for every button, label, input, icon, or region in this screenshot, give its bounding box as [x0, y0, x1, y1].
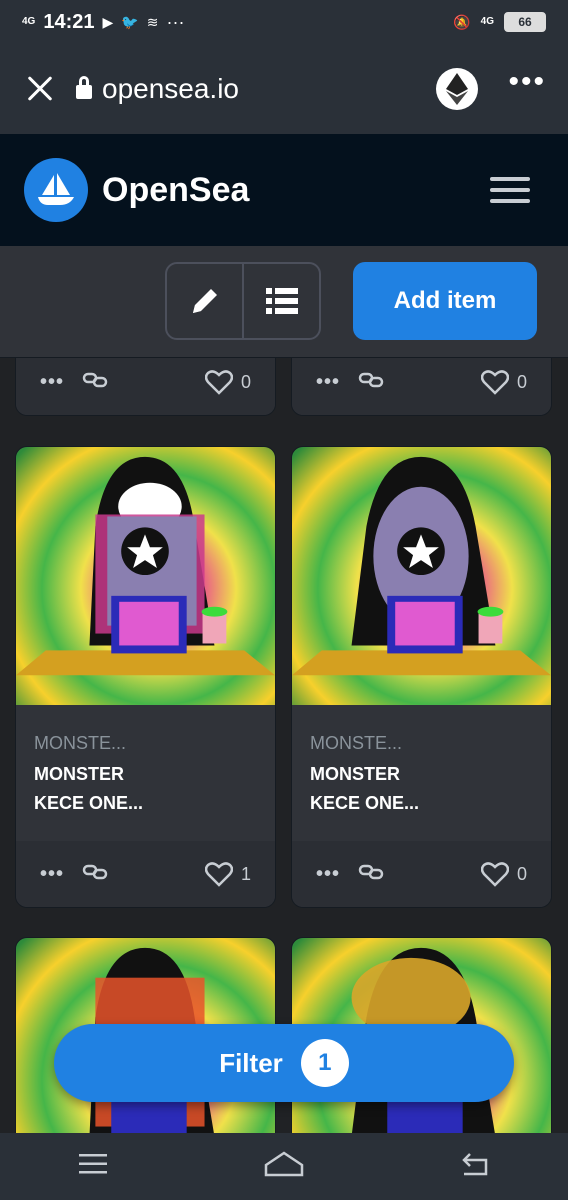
close-icon[interactable] — [22, 71, 58, 107]
heart-icon — [480, 370, 509, 395]
link-icon[interactable] — [358, 862, 384, 887]
signal-icon: 4G — [22, 16, 36, 27]
more-options-icon[interactable]: ••• — [40, 371, 64, 394]
browser-bar: opensea.io ••• — [0, 44, 568, 134]
browser-menu-icon[interactable]: ••• — [508, 67, 546, 101]
url-text[interactable]: opensea.io — [102, 73, 239, 105]
nft-card[interactable]: MONSTE... MONSTER KECE ONE... ••• 0 — [291, 446, 552, 908]
more-options-icon[interactable]: ••• — [316, 863, 340, 886]
card-info: MONSTE... MONSTER KECE ONE... — [16, 707, 275, 841]
favorite-count[interactable]: 0 — [480, 369, 527, 395]
brand-name[interactable]: OpenSea — [102, 171, 249, 210]
item-title-line2[interactable]: KECE ONE... — [310, 789, 533, 818]
twitter-icon: 🐦 — [121, 13, 139, 30]
site-header: OpenSea — [0, 134, 568, 246]
card-footer: ••• 0 — [16, 358, 275, 415]
mute-icon: 🔕 — [453, 13, 471, 30]
menu-icon[interactable] — [490, 177, 530, 203]
filter-count-badge: 1 — [300, 1039, 349, 1087]
nft-grid: ••• 0 ••• 0 MONSTE... MONSTER KECE ONE..… — [0, 358, 568, 1133]
item-title-line1[interactable]: MONSTER — [34, 760, 257, 789]
opensea-logo-icon[interactable] — [24, 158, 88, 222]
ethereum-icon[interactable] — [436, 68, 479, 110]
more-notifications: ··· — [166, 11, 185, 32]
collection-name[interactable]: MONSTE... — [34, 733, 257, 754]
edit-icon[interactable] — [167, 264, 242, 338]
card-footer: ••• 1 — [16, 841, 275, 907]
status-bar: 4G 14:21 ▶ 🐦 ≋ ··· 🔕 4G 66 — [0, 0, 568, 44]
clock: 14:21 — [43, 10, 95, 33]
network-icon: 4G — [480, 16, 494, 27]
item-title-line2[interactable]: KECE ONE... — [34, 789, 257, 818]
link-icon[interactable] — [358, 370, 384, 395]
nft-card[interactable]: ••• 0 — [15, 358, 276, 416]
collection-name[interactable]: MONSTE... — [310, 733, 533, 754]
youtube-icon: ▶ — [102, 13, 114, 30]
list-view-icon[interactable] — [242, 264, 319, 338]
filter-label: Filter — [219, 1047, 283, 1078]
item-title-line1[interactable]: MONSTER — [310, 760, 533, 789]
more-options-icon[interactable]: ••• — [40, 863, 64, 886]
card-info: MONSTE... MONSTER KECE ONE... — [292, 707, 551, 841]
nft-image[interactable] — [16, 447, 275, 707]
favorite-count[interactable]: 0 — [480, 861, 527, 887]
favorite-count[interactable]: 1 — [204, 861, 251, 887]
heart-icon — [480, 862, 509, 887]
more-options-icon[interactable]: ••• — [316, 371, 340, 394]
link-icon[interactable] — [82, 862, 108, 887]
card-footer: ••• 0 — [292, 358, 551, 415]
add-item-button[interactable]: Add item — [353, 262, 537, 340]
filter-button[interactable]: Filter 1 — [54, 1024, 514, 1102]
back-icon[interactable] — [460, 1152, 490, 1181]
card-footer: ••• 0 — [292, 841, 551, 907]
toolbar: Add item — [0, 246, 568, 358]
heart-icon — [204, 862, 233, 887]
recent-apps-icon[interactable] — [78, 1153, 108, 1180]
nft-card[interactable]: MONSTE... MONSTER KECE ONE... ••• 1 — [15, 446, 276, 908]
heart-icon — [204, 370, 233, 395]
nft-card[interactable]: ••• 0 — [291, 358, 552, 416]
nft-image[interactable] — [292, 447, 551, 707]
home-icon[interactable] — [264, 1151, 304, 1182]
battery-icon: 66 — [504, 12, 546, 32]
view-toggle — [165, 262, 321, 340]
link-icon[interactable] — [82, 370, 108, 395]
favorite-count[interactable]: 0 — [204, 369, 251, 395]
lock-icon — [76, 76, 92, 99]
system-nav-bar — [0, 1133, 568, 1200]
storage-icon: ≋ — [146, 13, 159, 30]
